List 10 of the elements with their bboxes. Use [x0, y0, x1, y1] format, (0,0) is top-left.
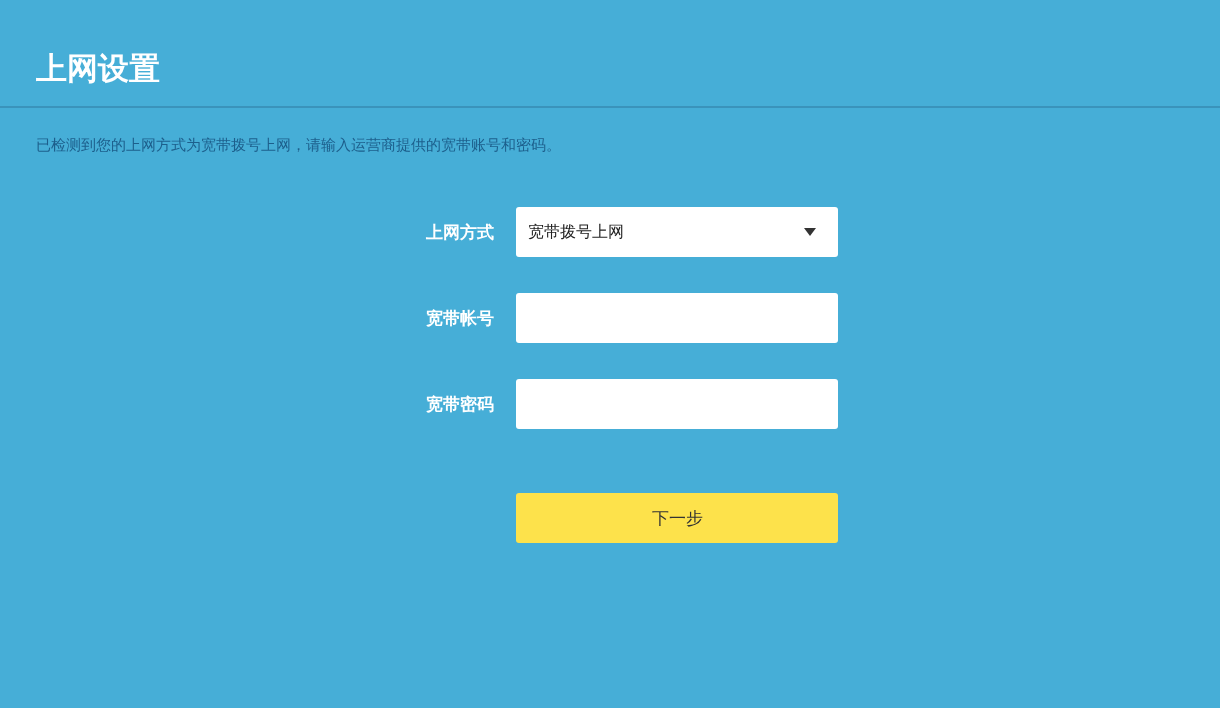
connection-type-dropdown[interactable]: 宽带拨号上网: [516, 207, 838, 257]
description-text: 已检测到您的上网方式为宽带拨号上网，请输入运营商提供的宽带账号和密码。: [36, 136, 562, 155]
caret-icon: [804, 228, 816, 236]
field-label: 宽带帐号: [426, 306, 494, 330]
field-label: 宽带密码: [426, 392, 494, 416]
account-field[interactable]: [516, 293, 838, 343]
page-title: 上网设置: [36, 49, 161, 88]
field-label: 上网方式: [426, 220, 494, 244]
password-field[interactable]: [516, 379, 838, 429]
next-button[interactable]: 下一步: [516, 493, 838, 543]
